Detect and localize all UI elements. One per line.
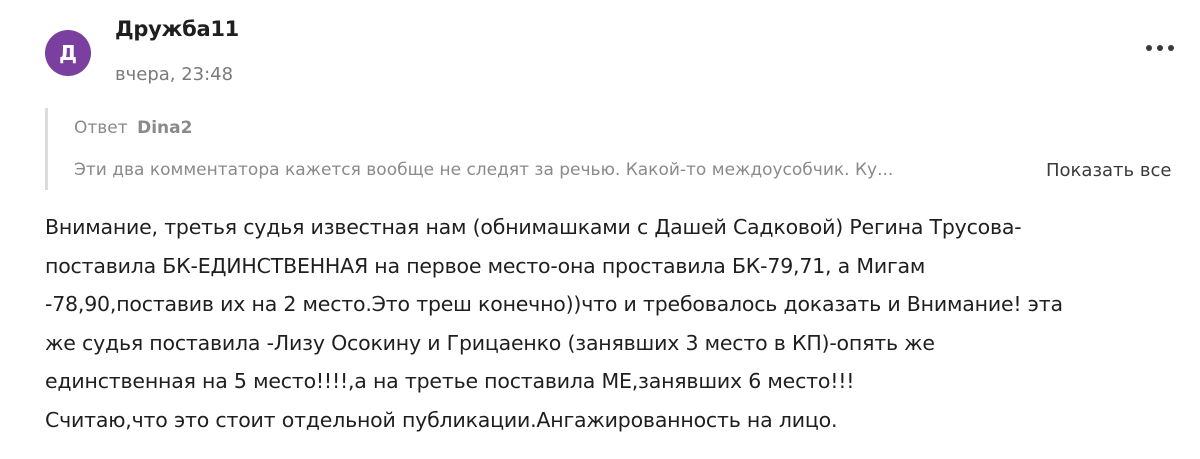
more-options-button[interactable] [1136, 36, 1184, 60]
reply-prefix: Ответ [74, 118, 128, 138]
reply-author[interactable]: Dina2 [137, 118, 192, 138]
more-horizontal-icon [1146, 45, 1152, 51]
comment-card: Д Дружба11 вчера, 23:48 Ответ Dina2 Эти … [0, 0, 1200, 459]
reply-header: Ответ Dina2 [74, 118, 192, 138]
more-horizontal-icon-dot [1168, 45, 1174, 51]
more-horizontal-icon-dot [1157, 45, 1163, 51]
avatar-letter: Д [59, 41, 77, 65]
reply-excerpt: Эти два комментатора кажется вообще не с… [74, 160, 894, 180]
comment-body-line: же судья поставила -Лизу Осокину и Грица… [45, 330, 935, 355]
comment-body-line: Считаю,что это стоит отдельной публикаци… [45, 407, 838, 432]
comment-body-line: единственная на 5 место!!!!,а на третье … [45, 369, 855, 393]
author-name[interactable]: Дружба11 [115, 17, 239, 41]
comment-body-line: Внимание, третья судья известная нам (об… [45, 215, 1022, 239]
comment-body: Внимание, третья судья известная нам (об… [45, 208, 1195, 439]
show-all-button[interactable]: Показать все [1046, 160, 1171, 181]
avatar[interactable]: Д [45, 30, 91, 76]
comment-body-line: -78,90,поставив их на 2 место.Это треш к… [45, 292, 1063, 316]
comment-body-line: поставила БК-ЕДИНСТВЕННАЯ на первое мест… [45, 253, 926, 278]
quoted-reply: Ответ Dina2 Эти два комментатора кажется… [45, 108, 1185, 190]
comment-timestamp: вчера, 23:48 [115, 64, 234, 85]
